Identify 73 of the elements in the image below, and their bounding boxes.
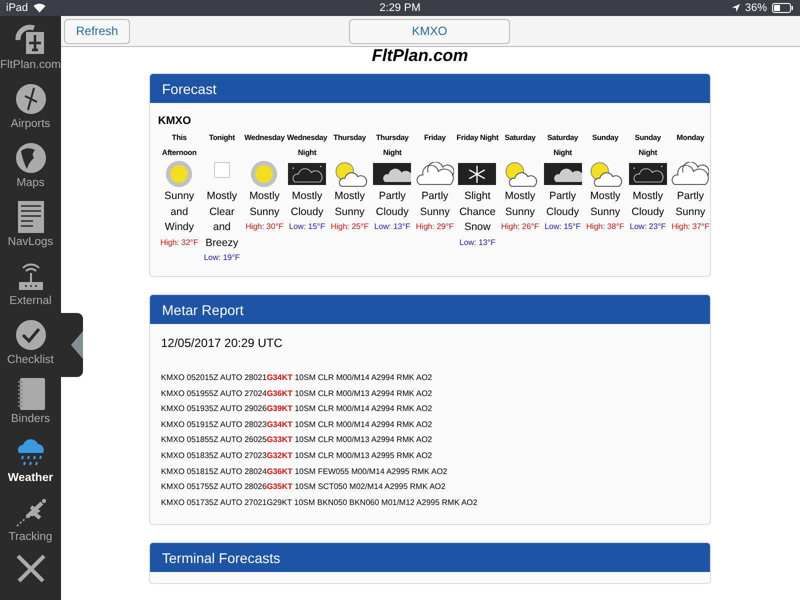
missing-image xyxy=(214,162,230,178)
metar-line: KMXO 052015Z AUTO 28021G34KT 10SM CLR M00/M14 A2994 RMK AO2 xyxy=(161,372,434,384)
report-time: 12/05/2017 20:29 UTC xyxy=(161,336,284,350)
temperature: High: 25°F xyxy=(330,221,369,233)
metar-line: KMXO 051815Z AUTO 28024G36KT 10SM FEW055 M00/M14 A2995 RMK AO2 xyxy=(161,466,448,478)
forecast-description: Mostly Sunny xyxy=(334,189,366,220)
temperature: Low: 15°F xyxy=(544,221,581,233)
forecast-description: Mostly Sunny xyxy=(248,189,281,220)
forecast-description: Mostly Sunny xyxy=(589,189,622,220)
temperature: Low: 19°F xyxy=(204,252,240,264)
metar-line: KMXO 051855Z AUTO 26025G33KT 10SM CLR M00/M13 A2994 RMK AO2 xyxy=(161,434,434,446)
temperature: Low: 13°F xyxy=(374,221,410,233)
forecast-description: Partly Cloudy xyxy=(374,189,410,220)
forecast-description: Partly Cloudy xyxy=(545,189,580,220)
temperature: High: 30°F xyxy=(246,221,284,233)
location-arrow-icon xyxy=(732,4,740,12)
forecast-description: Slight Chance Snow xyxy=(458,189,497,235)
refresh-button[interactable]: Refresh xyxy=(64,18,130,44)
metar-line: KMXO 051935Z AUTO 29026G39KT 10SM CLR M00/M14 A2994 RMK AO2 xyxy=(161,403,434,416)
sidebar-item[interactable]: External xyxy=(0,252,61,311)
forecast-description: Mostly Sunny xyxy=(504,189,536,220)
forecast-description: Sunny and Windy xyxy=(163,189,196,235)
sidebar-item[interactable]: Maps xyxy=(0,134,61,193)
site-logo: FltPlan.com xyxy=(370,47,470,65)
night-cloud-icon xyxy=(288,162,326,186)
forecast-description: Mostly Clear and Breezy xyxy=(204,189,240,250)
runway-circle-icon xyxy=(14,83,46,115)
sidebar-item[interactable]: NavLogs xyxy=(0,193,61,252)
metar-line: KMXO 051755Z AUTO 28026G35KT 10SM SCT050 M02/M14 A2995 RMK AO2 xyxy=(161,481,446,494)
snowflake-icon xyxy=(458,162,496,186)
temperature: High: 26°F xyxy=(501,221,539,233)
clouds-icon xyxy=(416,162,454,186)
sidebar-item[interactable]: Binders xyxy=(0,370,61,429)
clock-time: 2:29 PM xyxy=(380,2,420,14)
sidebar-item[interactable]: FltPlan.com xyxy=(0,16,61,75)
battery-percent: 36% xyxy=(744,2,767,14)
checkmark-circle-icon xyxy=(14,319,46,351)
station-id: KMXO xyxy=(158,115,192,127)
notebook-icon xyxy=(16,378,44,410)
temperature: Low: 13°F xyxy=(459,236,496,248)
forecast-description: Partly Sunny xyxy=(418,189,451,220)
metar-line: KMXO 051955Z AUTO 27024G36KT 10SM CLR M00/M13 A2994 RMK AO2 xyxy=(161,388,434,400)
temperature: High: 32°F xyxy=(160,236,198,248)
night-cloud-icon xyxy=(628,162,667,186)
sidebar-item[interactable]: Airports xyxy=(0,75,61,134)
temperature: High: 38°F xyxy=(586,221,624,233)
forecast-description: Partly Sunny xyxy=(674,189,706,220)
forecast-description: Mostly Cloudy xyxy=(630,189,666,220)
wifi-icon xyxy=(33,3,46,13)
metar-line: KMXO 051915Z AUTO 28023G34KT 10SM CLR M00/M14 A2994 RMK AO2 xyxy=(161,418,434,431)
temperature: High: 37°F xyxy=(671,221,710,233)
sidebar-item[interactable]: Tracking xyxy=(0,488,61,547)
forecast-description: Mostly Cloudy xyxy=(290,189,324,220)
wrench-screwdriver-icon xyxy=(14,553,46,583)
card-title: Terminal Forecasts xyxy=(150,543,710,572)
card-title: Forecast xyxy=(150,74,710,103)
card-title: Metar Report xyxy=(150,295,710,324)
airplane-path-icon xyxy=(14,498,46,528)
drawer-handle[interactable] xyxy=(61,313,83,377)
temperature: Low: 23°F xyxy=(630,221,666,233)
document-lines-icon xyxy=(18,201,44,233)
temperature: High: 29°F xyxy=(416,221,454,233)
globe-icon xyxy=(14,142,46,174)
metar-line: KMXO 051735Z AUTO 27021G29KT 10SM BKN050 BKN060 M01/M12 A2995 RMK AO2 xyxy=(161,496,478,509)
moon-cloud-icon xyxy=(373,162,412,186)
sidebar-item[interactable]: Checklist xyxy=(0,311,61,370)
temperature: Low: 15°F xyxy=(289,221,326,233)
metar-line: KMXO 051835Z AUTO 27023G32KT 10SM CLR M00/M13 A2995 RMK AO2 xyxy=(161,450,434,462)
station-button[interactable]: KMXO xyxy=(349,18,510,44)
device-name: iPad xyxy=(6,2,28,14)
sidebar-item[interactable]: Weather xyxy=(0,429,61,488)
moon-cloud-icon xyxy=(544,162,582,186)
battery-icon xyxy=(772,3,794,13)
